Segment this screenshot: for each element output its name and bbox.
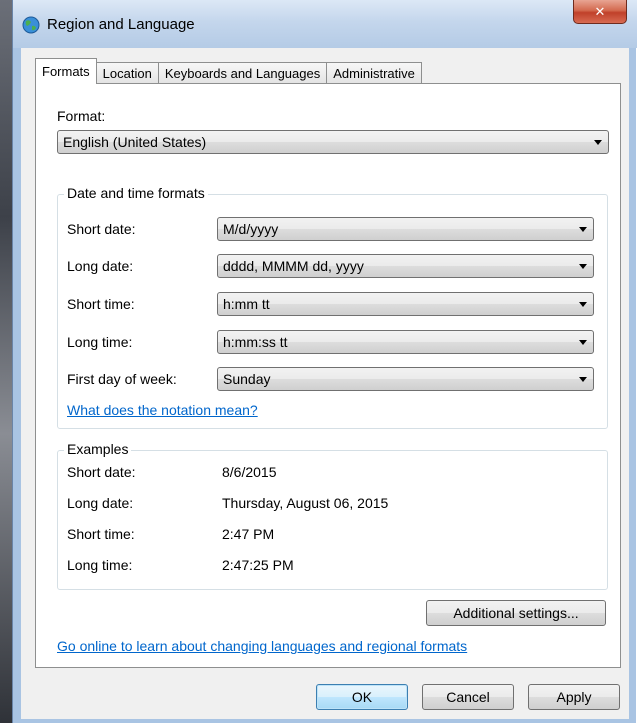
- ok-button[interactable]: OK: [316, 684, 408, 710]
- tab-strip: Formats Location Keyboards and Languages…: [35, 58, 422, 84]
- chevron-down-icon: [579, 302, 587, 307]
- example-long-date-value: Thursday, August 06, 2015: [222, 495, 389, 511]
- example-short-time-value: 2:47 PM: [222, 526, 275, 542]
- long-date-label: Long date:: [67, 258, 134, 274]
- additional-settings-button[interactable]: Additional settings...: [426, 600, 606, 626]
- example-long-date-label: Long date:: [67, 495, 134, 511]
- short-date-select[interactable]: M/d/yyyy: [217, 217, 594, 241]
- close-button[interactable]: ✕: [573, 0, 627, 24]
- short-date-label: Short date:: [67, 221, 136, 237]
- short-date-value: M/d/yyyy: [223, 221, 279, 237]
- region-language-dialog: Region and Language ✕ Formats Location K…: [12, 0, 637, 723]
- first-day-of-week-select[interactable]: Sunday: [217, 367, 594, 391]
- example-long-time-value: 2:47:25 PM: [222, 557, 294, 573]
- online-help-link[interactable]: Go online to learn about changing langua…: [57, 638, 467, 654]
- dialog-client-area: Formats Location Keyboards and Languages…: [21, 48, 629, 719]
- example-short-date-value: 8/6/2015: [222, 464, 277, 480]
- example-long-time-label: Long time:: [67, 557, 133, 573]
- first-day-of-week-label: First day of week:: [67, 371, 177, 387]
- examples-group: Examples: [57, 441, 608, 590]
- tab-formats[interactable]: Formats: [35, 58, 97, 84]
- examples-title: Examples: [64, 441, 132, 457]
- chevron-down-icon: [579, 227, 587, 232]
- example-short-date-label: Short date:: [67, 464, 136, 480]
- long-time-value: h:mm:ss tt: [223, 334, 288, 350]
- long-time-select[interactable]: h:mm:ss tt: [217, 330, 594, 354]
- cancel-button[interactable]: Cancel: [422, 684, 514, 710]
- short-time-select[interactable]: h:mm tt: [217, 292, 594, 316]
- apply-button[interactable]: Apply: [528, 684, 620, 710]
- format-label: Format:: [57, 108, 106, 124]
- title-bar[interactable]: Region and Language ✕: [13, 0, 637, 48]
- long-date-select[interactable]: dddd, MMMM dd, yyyy: [217, 254, 594, 278]
- notation-help-link[interactable]: What does the notation mean?: [67, 402, 258, 418]
- window-title: Region and Language: [47, 16, 195, 33]
- chevron-down-icon: [579, 377, 587, 382]
- tab-location[interactable]: Location: [95, 62, 159, 84]
- tab-keyboards-and-languages[interactable]: Keyboards and Languages: [157, 62, 328, 84]
- format-select[interactable]: English (United States): [57, 130, 609, 154]
- tab-administrative[interactable]: Administrative: [326, 62, 422, 84]
- chevron-down-icon: [579, 264, 587, 269]
- close-icon: ✕: [594, 3, 606, 19]
- long-time-label: Long time:: [67, 334, 133, 350]
- desktop-background: [0, 0, 12, 723]
- short-time-value: h:mm tt: [223, 296, 270, 312]
- short-time-label: Short time:: [67, 296, 135, 312]
- formats-tab-panel: Format: English (United States) Date and…: [35, 83, 621, 668]
- first-day-of-week-value: Sunday: [223, 371, 271, 387]
- globe-icon: [21, 15, 41, 35]
- chevron-down-icon: [579, 340, 587, 345]
- example-short-time-label: Short time:: [67, 526, 135, 542]
- chevron-down-icon: [594, 140, 602, 145]
- date-time-formats-title: Date and time formats: [64, 185, 208, 201]
- format-value: English (United States): [63, 134, 207, 150]
- long-date-value: dddd, MMMM dd, yyyy: [223, 258, 364, 274]
